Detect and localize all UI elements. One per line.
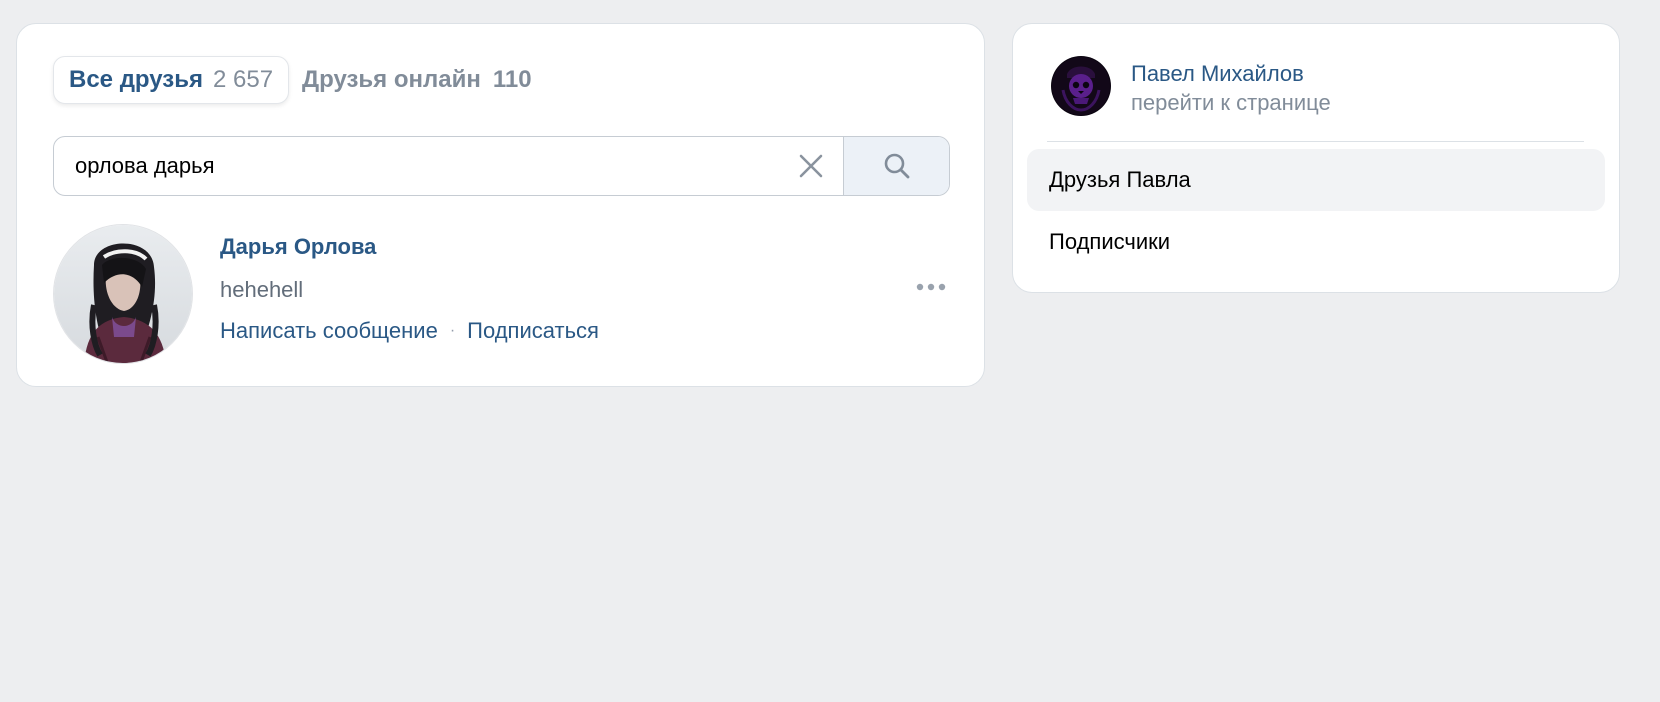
subscribe-link[interactable]: Подписаться [467, 318, 599, 344]
tab-all-friends-label: Все друзья [69, 66, 203, 93]
side-menu-item-label: Подписчики [1049, 229, 1171, 254]
search-button[interactable] [843, 137, 949, 195]
profile-avatar[interactable] [1051, 56, 1111, 116]
write-message-link[interactable]: Написать сообщение [220, 318, 438, 344]
tab-friends-online-count: 110 [492, 66, 532, 93]
tab-friends-online-label: Друзья онлайн [302, 66, 481, 93]
divider [1047, 141, 1584, 142]
close-icon [799, 154, 823, 178]
friends-card: Все друзья 2 657 Друзья онлайн 110 орлов… [16, 23, 985, 387]
profile-sidebar-card: Павел Михайлов перейти к странице Друзья… [1012, 23, 1620, 293]
friend-name-link[interactable]: Дарья Орлова [220, 234, 376, 260]
friend-actions: Написать сообщение · Подписаться [220, 318, 599, 344]
friend-status: hehehell [220, 277, 304, 302]
tab-friends-online[interactable]: Друзья онлайн 110 [302, 56, 532, 104]
go-to-page-link[interactable]: перейти к странице [1131, 90, 1331, 116]
skull-avatar-image [1051, 56, 1111, 116]
clear-search-button[interactable] [779, 137, 843, 195]
friend-avatar[interactable] [53, 224, 193, 364]
tab-all-friends[interactable]: Все друзья 2 657 [53, 56, 290, 104]
search-input[interactable] [54, 137, 779, 195]
side-menu-item-label: Друзья Павла [1049, 167, 1191, 192]
search-bar [53, 136, 950, 196]
tab-all-friends-count: 2 657 [213, 66, 274, 93]
side-menu-item-followers[interactable]: Подписчики [1027, 211, 1605, 273]
friend-more-button[interactable] [913, 275, 949, 299]
actions-separator: · [449, 322, 456, 339]
search-icon [884, 153, 909, 179]
friend-avatar-image [54, 225, 192, 363]
side-menu-item-friends[interactable]: Друзья Павла [1027, 149, 1605, 211]
profile-name-link[interactable]: Павел Михайлов [1131, 61, 1304, 87]
more-horizontal-icon [916, 283, 946, 291]
